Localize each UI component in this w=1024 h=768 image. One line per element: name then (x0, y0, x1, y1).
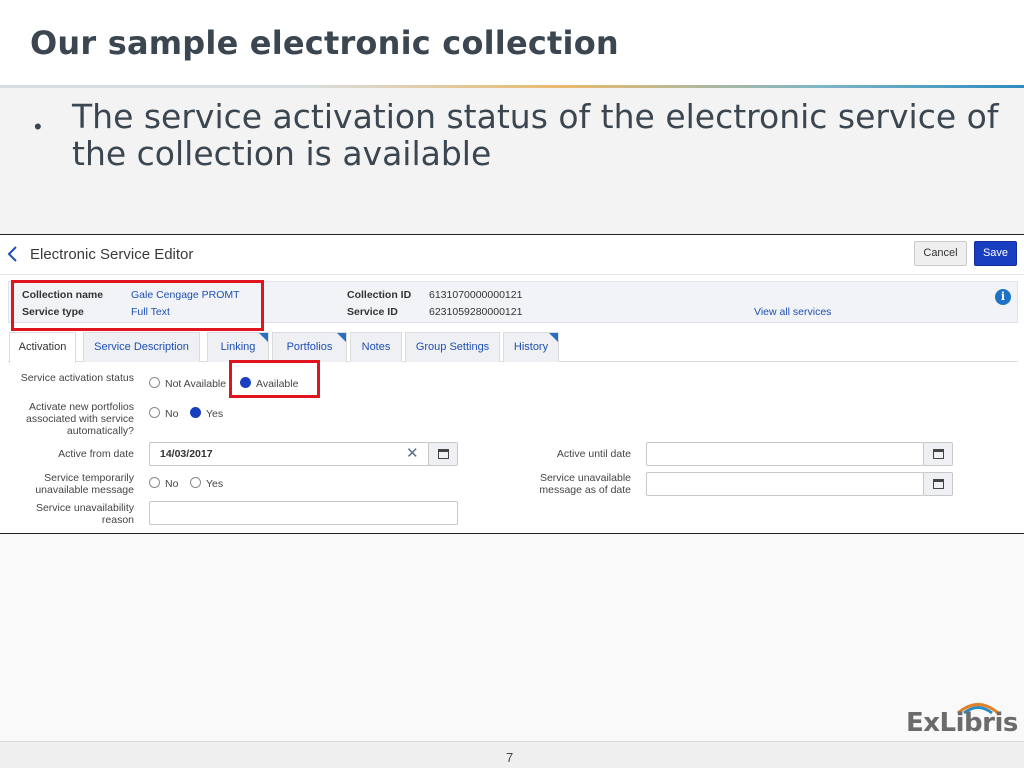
tab-group-settings[interactable]: Group Settings (405, 332, 500, 362)
slide-title: Our sample electronic collection (30, 24, 619, 62)
activate-new-no-label: No (165, 408, 179, 420)
tab-linking[interactable]: Linking (207, 332, 269, 362)
calendar-icon (438, 449, 449, 459)
logo-text: ExLibris (906, 708, 1018, 738)
service-id-label: Service ID (347, 306, 398, 318)
clear-icon[interactable]: ✕ (406, 444, 419, 462)
bullet-icon: • (34, 114, 42, 139)
activate-new-no-radio[interactable] (149, 407, 160, 418)
active-until-label: Active until date (556, 448, 631, 460)
unavailable-as-of-label: Service unavailable message as of date (539, 472, 631, 496)
tab-label: Notes (361, 341, 391, 353)
temp-unavailable-yes-label: Yes (206, 478, 224, 490)
activate-new-yes-radio[interactable] (190, 407, 201, 418)
collection-id-value: 6131070000000121 (429, 289, 523, 301)
tab-bar: Activation Service Description Linking P… (8, 332, 1018, 363)
tab-label: Portfolios (286, 341, 333, 353)
unavailable-as-of-input[interactable] (646, 472, 924, 496)
service-id-value: 6231059280000121 (429, 306, 523, 318)
temp-unavailable-no-radio[interactable] (149, 477, 160, 488)
active-until-calendar-button[interactable] (923, 442, 953, 466)
tab-notes[interactable]: Notes (350, 332, 402, 362)
unavailable-as-of-calendar-button[interactable] (923, 472, 953, 496)
active-until-input[interactable] (646, 442, 924, 466)
calendar-icon (933, 449, 944, 459)
active-from-value: 14/03/2017 (160, 448, 213, 460)
electronic-service-editor: Electronic Service Editor Cancel Save Co… (0, 234, 1024, 534)
tab-label: Service Description (94, 341, 189, 353)
tab-portfolios[interactable]: Portfolios (272, 332, 347, 362)
temp-unavailable-label: Service temporarily unavailable message (35, 472, 134, 496)
page-number: 7 (506, 750, 514, 765)
view-all-services-link[interactable]: View all services (754, 306, 831, 318)
active-from-input[interactable]: 14/03/2017 ✕ (149, 442, 429, 466)
tab-label: Activation (18, 341, 67, 353)
active-from-label: Active from date (58, 448, 134, 460)
tab-indicator-icon (337, 333, 346, 342)
activate-new-portfolios-label: Activate new portfolios associated with … (26, 401, 134, 437)
tab-service-description[interactable]: Service Description (83, 332, 200, 362)
slide-header: Our sample electronic collection (0, 0, 1024, 86)
editor-header: Electronic Service Editor Cancel Save (0, 235, 1024, 275)
active-from-calendar-button[interactable] (428, 442, 458, 466)
collection-highlight-box (11, 280, 264, 331)
tab-label: Linking (220, 341, 256, 353)
cancel-button[interactable]: Cancel (914, 241, 967, 266)
unavailability-reason-label: Service unavailability reason (35, 502, 134, 526)
tab-indicator-icon (549, 333, 558, 342)
collection-id-label: Collection ID (347, 289, 412, 301)
unavailability-reason-input[interactable] (149, 501, 458, 525)
tab-history[interactable]: History (503, 332, 559, 362)
tab-indicator-icon (259, 333, 268, 342)
exlibris-logo: ExLibris (906, 700, 1018, 740)
bullet-text: The service activation status of the ele… (72, 97, 999, 173)
temp-unavailable-no-label: No (165, 478, 179, 490)
save-button[interactable]: Save (974, 241, 1017, 266)
available-highlight-box (229, 360, 320, 398)
temp-unavailable-yes-radio[interactable] (190, 477, 201, 488)
not-available-label: Not Available (165, 378, 227, 390)
not-available-radio[interactable] (149, 377, 160, 388)
tab-label: Group Settings (415, 341, 490, 353)
activation-status-label: Service activation status (20, 372, 134, 384)
info-icon[interactable]: i (995, 289, 1011, 305)
calendar-icon (933, 479, 944, 489)
activate-new-yes-label: Yes (206, 408, 224, 420)
editor-title: Electronic Service Editor (30, 246, 194, 263)
tab-activation[interactable]: Activation (9, 332, 76, 363)
tab-label: History (513, 341, 549, 353)
chevron-left-icon[interactable] (5, 243, 21, 265)
